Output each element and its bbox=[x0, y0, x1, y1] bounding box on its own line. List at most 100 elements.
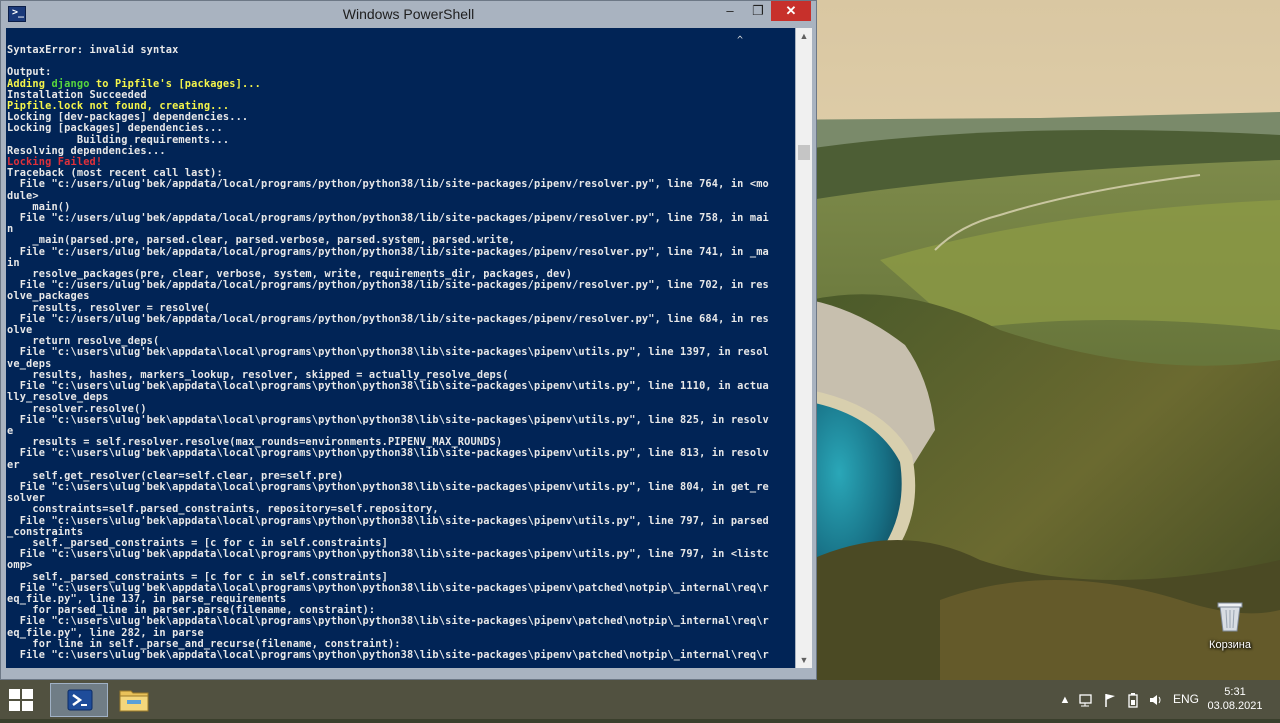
console-line: n bbox=[7, 223, 13, 235]
console-segment: main() bbox=[7, 200, 71, 213]
console-line: File "c:\users\ulug'bek\appdata\local\pr… bbox=[7, 414, 769, 426]
scrollbar-thumb[interactable] bbox=[798, 145, 810, 160]
console-segment: File "c:\users\ulug'bek\appdata\local\pr… bbox=[7, 413, 769, 426]
powershell-window[interactable]: >_ Windows PowerShell – ❐ ✕ SyntaxError:… bbox=[0, 0, 817, 680]
console-line: results, hashes, markers_lookup, resolve… bbox=[7, 369, 509, 381]
console-line: File "c:\users\ulug'bek\appdata\local\pr… bbox=[7, 515, 769, 527]
console-line: Building requirements... bbox=[7, 134, 229, 146]
console-line: main() bbox=[7, 201, 71, 213]
scroll-up-arrow-icon[interactable]: ▲ bbox=[796, 28, 812, 44]
taskbar-powershell-button[interactable] bbox=[50, 683, 108, 717]
recycle-bin-label: Корзина bbox=[1209, 639, 1251, 651]
console-segment: lly_resolve_deps bbox=[7, 391, 109, 404]
console-segment: File "c:\users\ulug'bek\appdata\local\pr… bbox=[7, 615, 769, 628]
folder-icon bbox=[119, 690, 149, 712]
console-line: ve_deps bbox=[7, 358, 51, 370]
console-line: _constraints bbox=[7, 526, 83, 538]
console-line: File "c:/users/ulug'bek/appdata/local/pr… bbox=[7, 313, 769, 325]
flag-icon[interactable] bbox=[1102, 692, 1118, 708]
console-line: in bbox=[7, 257, 20, 269]
clock-time: 5:31 bbox=[1224, 686, 1246, 698]
console-segment: dule> bbox=[7, 189, 39, 202]
console-line: _main(parsed.pre, parsed.clear, parsed.v… bbox=[7, 234, 515, 246]
console-segment: SyntaxError: invalid syntax bbox=[7, 44, 179, 56]
console-output[interactable]: SyntaxError: invalid syntax Output: Addi… bbox=[6, 28, 795, 668]
console-segment: File "c:\users\ulug'bek\appdata\local\pr… bbox=[7, 514, 769, 527]
console-segment: ve_deps bbox=[7, 357, 52, 370]
tray-chevron-icon[interactable]: ▲ bbox=[1057, 692, 1073, 708]
console-segment: olve bbox=[7, 324, 33, 337]
console-segment: for parsed_line in parser.parse(filename… bbox=[7, 604, 376, 617]
console-segment: eq_file.py", line 282, in parse bbox=[7, 626, 204, 639]
console-line: Traceback (most recent call last): bbox=[7, 167, 223, 179]
recycle-bin[interactable]: Корзина bbox=[1200, 600, 1260, 651]
console-segment: olve_packages bbox=[7, 290, 90, 303]
console-segment: resolver.resolve() bbox=[7, 402, 147, 415]
console-segment: Traceback (most recent call last): bbox=[7, 167, 223, 180]
console-line: Pipfile.lock not found, creating... bbox=[7, 100, 229, 112]
console-line: dule> bbox=[7, 190, 39, 202]
console-segment: er bbox=[7, 458, 20, 471]
network-icon[interactable] bbox=[1078, 692, 1094, 708]
console-line: File "c:/users/ulug'bek/appdata/local/pr… bbox=[7, 279, 769, 291]
volume-icon[interactable] bbox=[1148, 692, 1164, 708]
console-line: Adding django to Pipfile's [packages]... bbox=[7, 78, 261, 90]
console-line: resolve_packages(pre, clear, verbose, sy… bbox=[7, 268, 572, 280]
scroll-down-arrow-icon[interactable]: ▼ bbox=[796, 652, 812, 668]
console-line: Locking [dev-packages] dependencies... bbox=[7, 111, 248, 123]
console-segment: Locking Failed! bbox=[7, 156, 103, 169]
console-segment: django bbox=[51, 77, 90, 90]
close-button[interactable]: ✕ bbox=[771, 1, 811, 21]
console-line: Installation Succeeded bbox=[7, 89, 147, 101]
console-segment: File "c:\users\ulug'bek\appdata\local\pr… bbox=[7, 548, 769, 561]
console-segment: solver bbox=[7, 492, 46, 505]
console-line: constraints=self.parsed_constraints, rep… bbox=[7, 503, 439, 515]
console-segment: results, resolver = resolve( bbox=[7, 301, 211, 314]
console-line: omp> bbox=[7, 559, 32, 571]
console-segment: return resolve_deps( bbox=[7, 335, 160, 348]
vertical-scrollbar[interactable]: ▲ ▼ bbox=[796, 28, 812, 668]
window-title: Windows PowerShell bbox=[342, 6, 475, 22]
console-segment: Locking [packages] dependencies... bbox=[7, 122, 223, 135]
console-line: File "c:\users\ulug'bek\appdata\local\pr… bbox=[7, 548, 769, 560]
console-segment: eq_file.py", line 137, in parse_requirem… bbox=[7, 592, 287, 605]
console-segment: Installation Succeeded bbox=[7, 88, 147, 101]
console-segment: _main(parsed.pre, parsed.clear, parsed.v… bbox=[7, 234, 515, 247]
console-line: File "c:\users\ulug'bek\appdata\local\pr… bbox=[7, 447, 769, 459]
console-segment: Locking [dev-packages] dependencies... bbox=[7, 111, 249, 124]
taskbar-explorer-button[interactable] bbox=[105, 683, 163, 717]
console-line: Locking Failed! bbox=[7, 156, 102, 168]
console-line: self._parsed_constraints = [c for c in s… bbox=[7, 571, 388, 583]
window-titlebar[interactable]: >_ Windows PowerShell – ❐ ✕ bbox=[1, 1, 816, 28]
console-line: results = self.resolver.resolve(max_roun… bbox=[7, 436, 502, 448]
console-line: File "c:/users/ulug'bek/appdata/local/pr… bbox=[7, 212, 769, 224]
console-line: for line in self._parse_and_recurse(file… bbox=[7, 638, 401, 650]
start-button[interactable] bbox=[9, 689, 33, 711]
console-segment: self._parsed_constraints = [c for c in s… bbox=[7, 570, 388, 583]
console-segment: File "c:\users\ulug'bek\appdata\local\pr… bbox=[7, 346, 769, 359]
console-line: er bbox=[7, 459, 20, 471]
console-line: for parsed_line in parser.parse(filename… bbox=[7, 604, 375, 616]
console-line: File "c:\users\ulug'bek\appdata\local\pr… bbox=[7, 649, 769, 661]
language-indicator[interactable]: ENG bbox=[1173, 680, 1199, 719]
console-segment: self.get_resolver(clear=self.clear, pre=… bbox=[7, 469, 344, 482]
console-line: File "c:\users\ulug'bek\appdata\local\pr… bbox=[7, 615, 769, 627]
console-text: SyntaxError: invalid syntax Output: Addi… bbox=[6, 28, 795, 661]
console-segment: File "c:/users/ulug'bek/appdata/local/pr… bbox=[7, 245, 769, 258]
console-line: return resolve_deps( bbox=[7, 335, 159, 347]
console-segment: omp> bbox=[7, 559, 33, 572]
console-caret: ^ bbox=[737, 35, 744, 46]
console-segment: self._parsed_constraints = [c for c in s… bbox=[7, 536, 388, 549]
console-line: File "c:\users\ulug'bek\appdata\local\pr… bbox=[7, 481, 769, 493]
powershell-icon bbox=[67, 689, 93, 711]
console-line: File "c:/users/ulug'bek/appdata/local/pr… bbox=[7, 178, 769, 190]
taskbar: ▲ ENG 5:31 03.08.2021 bbox=[0, 680, 1280, 719]
console-segment: results, hashes, markers_lookup, resolve… bbox=[7, 368, 509, 381]
clock[interactable]: 5:31 03.08.2021 bbox=[1205, 685, 1265, 713]
maximize-button[interactable]: ❐ bbox=[745, 1, 771, 21]
console-segment: Pipfile.lock not found, creating... bbox=[7, 100, 230, 113]
battery-icon[interactable] bbox=[1125, 692, 1141, 708]
clock-date: 03.08.2021 bbox=[1207, 700, 1263, 712]
minimize-button[interactable]: – bbox=[715, 1, 745, 21]
console-segment: File "c:/users/ulug'bek/appdata/local/pr… bbox=[7, 312, 769, 325]
